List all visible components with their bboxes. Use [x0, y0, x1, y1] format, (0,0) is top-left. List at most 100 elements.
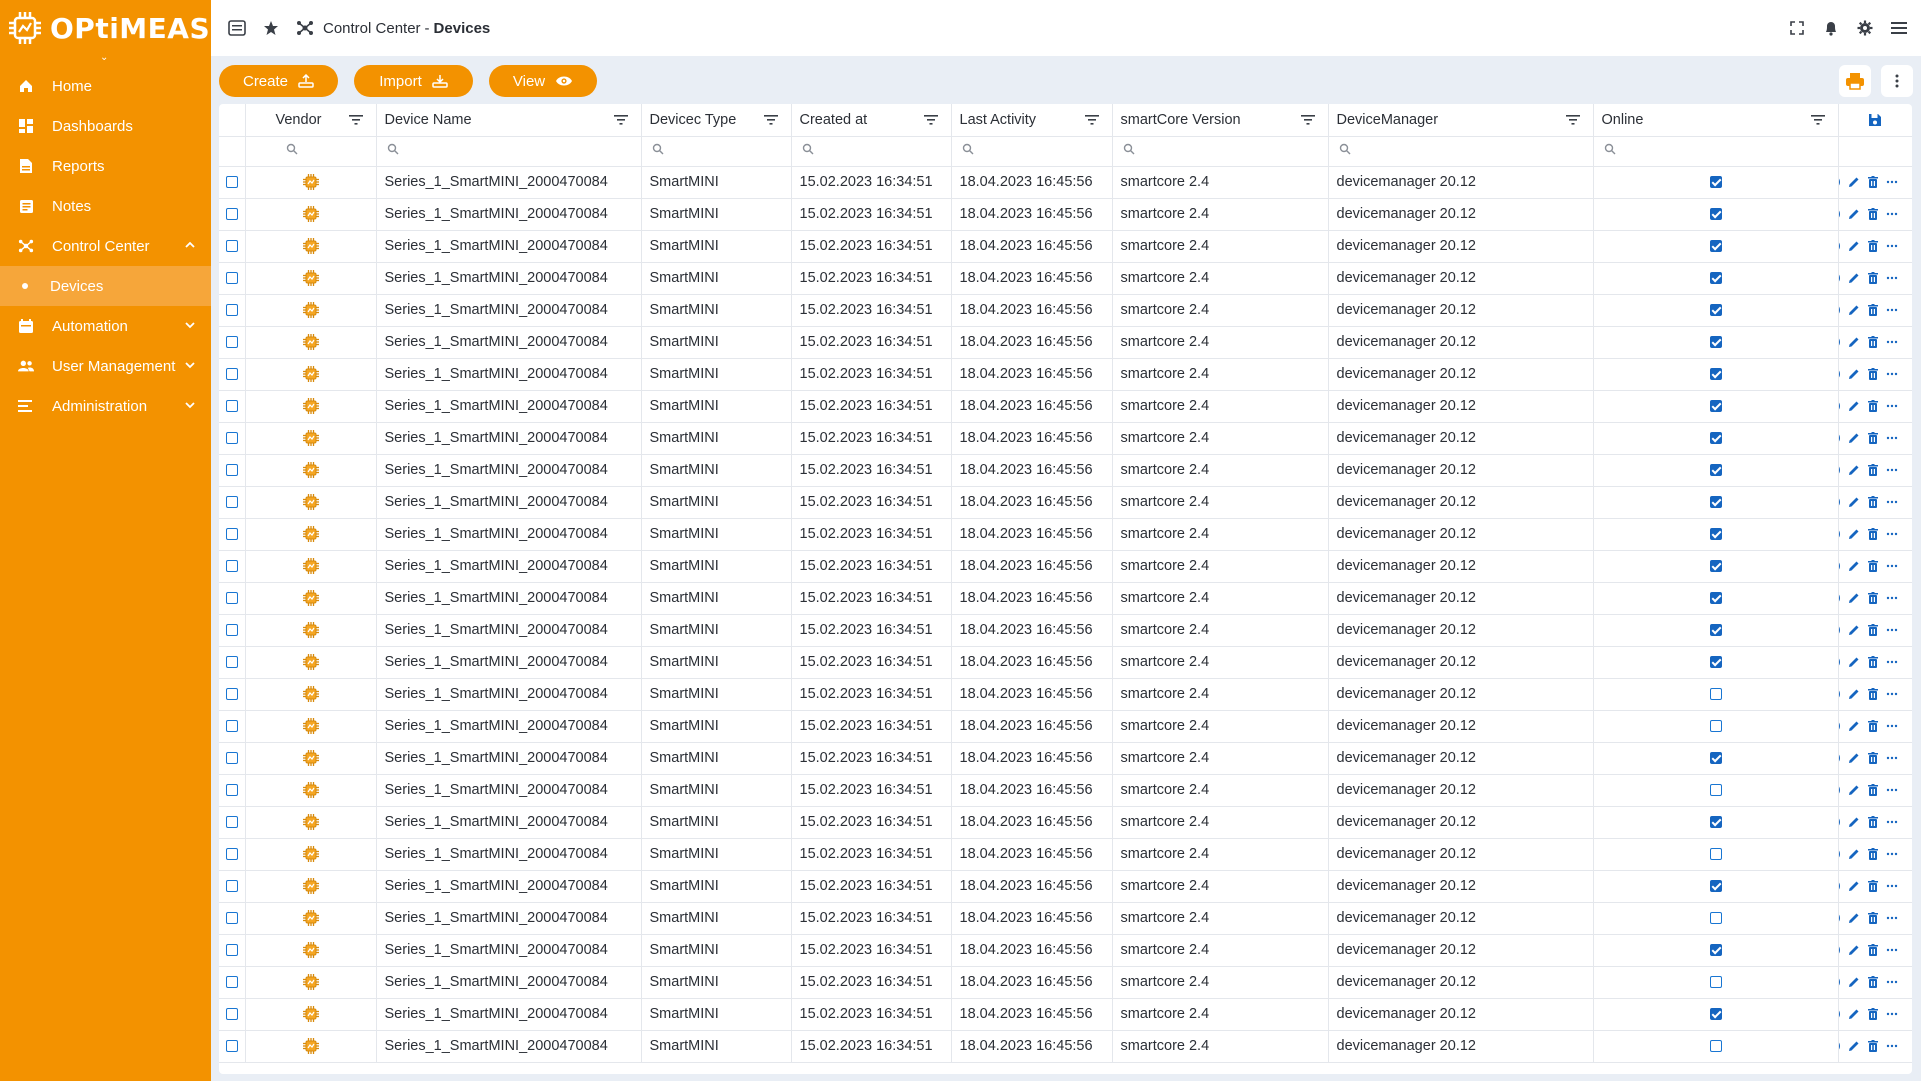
- table-row[interactable]: Series_1_SmartMINI_2000470084 SmartMINI …: [219, 934, 1912, 967]
- row-select-checkbox[interactable]: [225, 304, 238, 317]
- edit-pencil-icon[interactable]: [1848, 175, 1860, 189]
- edit-pencil-icon[interactable]: [1848, 1007, 1860, 1021]
- delete-trash-icon[interactable]: [1867, 687, 1878, 701]
- sidebar-item-reports[interactable]: Reports: [0, 146, 211, 186]
- row-select-checkbox[interactable]: [225, 624, 238, 637]
- edit-pencil-icon[interactable]: [1848, 335, 1860, 349]
- table-row[interactable]: Series_1_SmartMINI_2000470084 SmartMINI …: [219, 838, 1912, 871]
- more-horizontal-icon[interactable]: [1886, 463, 1898, 477]
- edit-pencil-icon[interactable]: [1848, 815, 1860, 829]
- table-row[interactable]: Series_1_SmartMINI_2000470084 SmartMINI …: [219, 646, 1912, 679]
- table-row[interactable]: Series_1_SmartMINI_2000470084 SmartMINI …: [219, 1030, 1912, 1063]
- edit-pencil-icon[interactable]: [1848, 527, 1860, 541]
- more-horizontal-icon[interactable]: [1886, 751, 1898, 765]
- view-button[interactable]: View: [489, 65, 597, 97]
- filter-icon[interactable]: [1300, 113, 1316, 127]
- row-select-checkbox[interactable]: [225, 336, 238, 349]
- row-select-checkbox[interactable]: [225, 272, 238, 285]
- row-select-checkbox[interactable]: [225, 752, 238, 765]
- info-icon[interactable]: [1838, 591, 1840, 605]
- edit-pencil-icon[interactable]: [1848, 591, 1860, 605]
- delete-trash-icon[interactable]: [1867, 975, 1878, 989]
- row-select-checkbox[interactable]: [225, 432, 238, 445]
- table-row[interactable]: Series_1_SmartMINI_2000470084 SmartMINI …: [219, 550, 1912, 583]
- info-icon[interactable]: [1838, 719, 1840, 733]
- table-row[interactable]: Series_1_SmartMINI_2000470084 SmartMINI …: [219, 422, 1912, 455]
- more-horizontal-icon[interactable]: [1886, 783, 1898, 797]
- online-checkbox[interactable]: [1709, 336, 1722, 349]
- delete-trash-icon[interactable]: [1867, 431, 1878, 445]
- logo[interactable]: OPtiMEAS: [0, 0, 211, 56]
- search-cell-last-activity[interactable]: [951, 136, 1113, 167]
- search-cell-device-type[interactable]: [641, 136, 792, 167]
- sidebar-item-administration[interactable]: Administration: [0, 386, 211, 426]
- table-row[interactable]: Series_1_SmartMINI_2000470084 SmartMINI …: [219, 742, 1912, 775]
- online-checkbox[interactable]: [1709, 624, 1722, 637]
- info-icon[interactable]: [1838, 815, 1840, 829]
- row-select-checkbox[interactable]: [225, 400, 238, 413]
- info-icon[interactable]: [1838, 431, 1840, 445]
- table-row[interactable]: Series_1_SmartMINI_2000470084 SmartMINI …: [219, 166, 1912, 199]
- delete-trash-icon[interactable]: [1867, 815, 1878, 829]
- edit-pencil-icon[interactable]: [1848, 207, 1860, 221]
- info-icon[interactable]: [1838, 623, 1840, 637]
- more-horizontal-icon[interactable]: [1886, 431, 1898, 445]
- gear-icon[interactable]: [1855, 18, 1875, 38]
- info-icon[interactable]: [1838, 335, 1840, 349]
- info-icon[interactable]: [1838, 495, 1840, 509]
- column-header-device-name[interactable]: Device Name: [376, 104, 642, 137]
- search-cell-device-name[interactable]: [376, 136, 642, 167]
- more-horizontal-icon[interactable]: [1886, 175, 1898, 189]
- online-checkbox[interactable]: [1709, 944, 1722, 957]
- more-horizontal-icon[interactable]: [1886, 495, 1898, 509]
- column-header-created-at[interactable]: Created at: [791, 104, 952, 137]
- row-select-checkbox[interactable]: [225, 880, 238, 893]
- row-select-checkbox[interactable]: [225, 1008, 238, 1021]
- table-row[interactable]: Series_1_SmartMINI_2000470084 SmartMINI …: [219, 294, 1912, 327]
- search-cell-devicemanager[interactable]: [1328, 136, 1594, 167]
- more-horizontal-icon[interactable]: [1886, 399, 1898, 413]
- row-select-checkbox[interactable]: [225, 976, 238, 989]
- table-row[interactable]: Series_1_SmartMINI_2000470084 SmartMINI …: [219, 230, 1912, 263]
- row-select-checkbox[interactable]: [225, 656, 238, 669]
- info-icon[interactable]: [1838, 943, 1840, 957]
- row-select-checkbox[interactable]: [225, 560, 238, 573]
- delete-trash-icon[interactable]: [1867, 719, 1878, 733]
- fullscreen-icon[interactable]: [1787, 18, 1807, 38]
- row-select-checkbox[interactable]: [225, 528, 238, 541]
- collapse-chevron-icon[interactable]: ⌄: [100, 52, 108, 63]
- edit-pencil-icon[interactable]: [1848, 367, 1860, 381]
- create-button[interactable]: Create: [219, 65, 338, 97]
- edit-pencil-icon[interactable]: [1848, 975, 1860, 989]
- hamburger-menu-icon[interactable]: [1889, 18, 1909, 38]
- online-checkbox[interactable]: [1709, 528, 1722, 541]
- edit-pencil-icon[interactable]: [1848, 495, 1860, 509]
- online-checkbox[interactable]: [1709, 272, 1722, 285]
- row-select-checkbox[interactable]: [225, 816, 238, 829]
- delete-trash-icon[interactable]: [1867, 527, 1878, 541]
- info-icon[interactable]: [1838, 783, 1840, 797]
- online-checkbox[interactable]: [1709, 752, 1722, 765]
- edit-pencil-icon[interactable]: [1848, 847, 1860, 861]
- delete-trash-icon[interactable]: [1867, 399, 1878, 413]
- column-header-online[interactable]: Online: [1593, 104, 1839, 137]
- online-checkbox[interactable]: [1709, 560, 1722, 573]
- online-checkbox[interactable]: [1709, 880, 1722, 893]
- info-icon[interactable]: [1838, 175, 1840, 189]
- search-cell-vendor[interactable]: [245, 136, 377, 167]
- table-row[interactable]: Series_1_SmartMINI_2000470084 SmartMINI …: [219, 390, 1912, 423]
- sidebar-item-user-management[interactable]: User Management: [0, 346, 211, 386]
- more-horizontal-icon[interactable]: [1886, 943, 1898, 957]
- online-checkbox[interactable]: [1709, 368, 1722, 381]
- row-select-checkbox[interactable]: [225, 784, 238, 797]
- edit-pencil-icon[interactable]: [1848, 655, 1860, 669]
- info-icon[interactable]: [1838, 239, 1840, 253]
- delete-trash-icon[interactable]: [1867, 591, 1878, 605]
- column-header-last-activity[interactable]: Last Activity: [951, 104, 1113, 137]
- table-row[interactable]: Series_1_SmartMINI_2000470084 SmartMINI …: [219, 582, 1912, 615]
- table-row[interactable]: Series_1_SmartMINI_2000470084 SmartMINI …: [219, 358, 1912, 391]
- edit-pencil-icon[interactable]: [1848, 719, 1860, 733]
- edit-pencil-icon[interactable]: [1848, 1039, 1860, 1053]
- more-horizontal-icon[interactable]: [1886, 239, 1898, 253]
- edit-pencil-icon[interactable]: [1848, 559, 1860, 573]
